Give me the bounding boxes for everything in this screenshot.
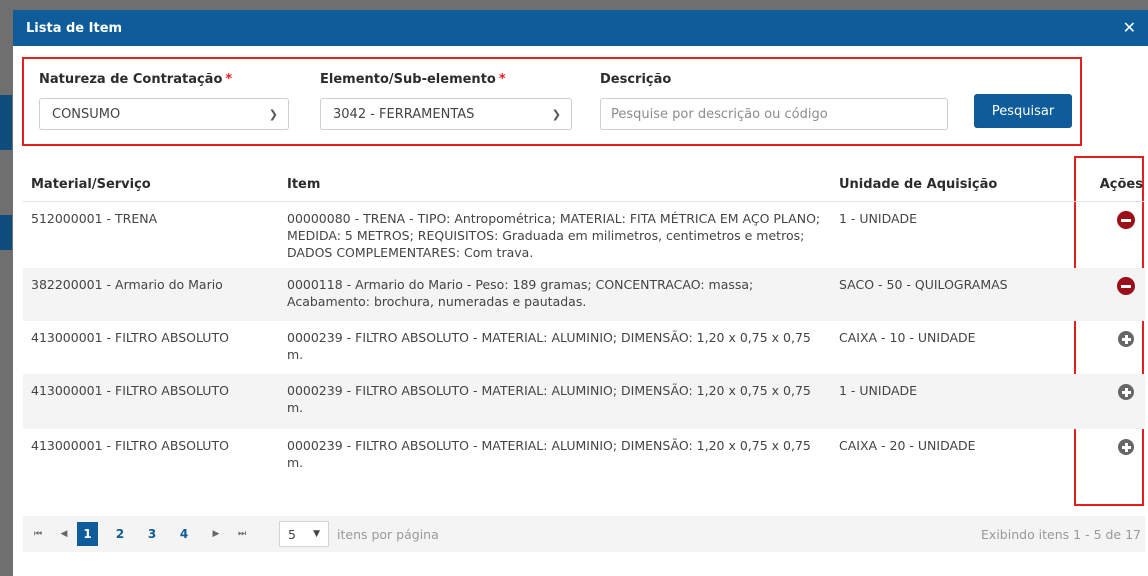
table-row: 413000001 - FILTRO ABSOLUTO 0000239 - FI… bbox=[23, 374, 1145, 429]
natureza-label: Natureza de Contratação * bbox=[39, 72, 233, 87]
cell-actions bbox=[1077, 268, 1145, 295]
last-page-icon[interactable]: ⏭ bbox=[229, 529, 255, 539]
page-4-button[interactable]: 4 bbox=[171, 522, 197, 546]
natureza-field: Natureza de Contratação * CONSUMO ❯ bbox=[39, 72, 289, 130]
remove-icon[interactable] bbox=[1117, 211, 1135, 229]
cell-unidade: CAIXA - 20 - UNIDADE bbox=[839, 438, 976, 453]
natureza-select[interactable]: CONSUMO ❯ bbox=[39, 98, 289, 130]
page-size-value: 5 bbox=[288, 526, 296, 542]
cell-unidade: CAIXA - 10 - UNIDADE bbox=[839, 330, 976, 345]
chevron-down-icon: ❯ bbox=[268, 107, 278, 121]
modal-title: Lista de Item bbox=[26, 20, 123, 36]
remove-icon[interactable] bbox=[1117, 277, 1135, 295]
chevron-down-icon: ❯ bbox=[551, 107, 561, 121]
header-item: Item bbox=[287, 177, 321, 192]
required-mark: * bbox=[225, 72, 233, 87]
first-page-icon[interactable]: ⏮ bbox=[25, 529, 51, 539]
table-row: 413000001 - FILTRO ABSOLUTO 0000239 - FI… bbox=[23, 321, 1145, 374]
pagination-info: Exibindo itens 1 - 5 de 17 bbox=[981, 526, 1141, 542]
page-1-button[interactable]: 1 bbox=[77, 522, 98, 546]
elemento-field: Elemento/Sub-elemento * 3042 - FERRAMENTA… bbox=[320, 72, 572, 130]
cell-unidade: SACO - 50 - QUILOGRAMAS bbox=[839, 277, 1008, 292]
cell-material: 413000001 - FILTRO ABSOLUTO bbox=[31, 438, 229, 453]
cell-material: 413000001 - FILTRO ABSOLUTO bbox=[31, 330, 229, 345]
next-page-icon[interactable]: ▶ bbox=[203, 529, 229, 539]
cell-item: 00000080 - TRENA - TIPO: Antropométrica;… bbox=[287, 211, 821, 260]
close-icon[interactable]: ✕ bbox=[1123, 20, 1136, 36]
add-icon[interactable] bbox=[1118, 384, 1134, 400]
prev-page-icon[interactable]: ◀ bbox=[51, 529, 77, 539]
table-row: 413000001 - FILTRO ABSOLUTO 0000239 - FI… bbox=[23, 429, 1145, 483]
cell-material: 382200001 - Armario do Mario bbox=[31, 277, 223, 292]
backdrop-strip bbox=[0, 215, 12, 250]
elemento-value: 3042 - FERRAMENTAS bbox=[333, 106, 475, 122]
cell-unidade: 1 - UNIDADE bbox=[839, 211, 918, 226]
required-mark: * bbox=[498, 72, 506, 87]
header-acoes: Ações bbox=[1099, 177, 1143, 192]
page-2-button[interactable]: 2 bbox=[107, 522, 133, 546]
pagination: ⏮ ◀ 1 2 3 4 ▶ ⏭ 5 ▼ itens por página Exi… bbox=[23, 516, 1145, 552]
modal-header: Lista de Item ✕ bbox=[13, 10, 1148, 46]
add-icon[interactable] bbox=[1118, 331, 1134, 347]
filter-panel: Natureza de Contratação * CONSUMO ❯ Eleme… bbox=[22, 57, 1082, 146]
cell-material: 413000001 - FILTRO ABSOLUTO bbox=[31, 383, 229, 398]
header-unidade: Unidade de Aquisição bbox=[839, 177, 998, 192]
cell-actions bbox=[1077, 202, 1145, 229]
page-3-button[interactable]: 3 bbox=[139, 522, 165, 546]
search-button[interactable]: Pesquisar bbox=[974, 94, 1072, 128]
item-list-modal: Lista de Item ✕ Natureza de Contratação *… bbox=[13, 10, 1148, 576]
page-size-label: itens por página bbox=[337, 526, 439, 542]
elemento-select[interactable]: 3042 - FERRAMENTAS ❯ bbox=[320, 98, 572, 130]
chevron-down-icon: ▼ bbox=[313, 529, 320, 539]
table-row: 382200001 - Armario do Mario 0000118 - A… bbox=[23, 268, 1145, 321]
cell-item: 0000239 - FILTRO ABSOLUTO - MATERIAL: AL… bbox=[287, 330, 811, 362]
cell-material: 512000001 - TRENA bbox=[31, 211, 158, 226]
search-input[interactable]: Pesquise por descrição ou código bbox=[600, 98, 948, 130]
add-icon[interactable] bbox=[1118, 439, 1134, 455]
table-row: 512000001 - TRENA 00000080 - TRENA - TIP… bbox=[23, 202, 1145, 268]
cell-item: 0000239 - FILTRO ABSOLUTO - MATERIAL: AL… bbox=[287, 438, 811, 470]
elemento-label: Elemento/Sub-elemento * bbox=[320, 72, 506, 87]
backdrop-strip bbox=[0, 95, 12, 150]
cell-actions bbox=[1077, 321, 1145, 347]
natureza-value: CONSUMO bbox=[52, 106, 121, 122]
table-header: Material/Serviço Item Unidade de Aquisiç… bbox=[23, 168, 1145, 202]
cell-item: 0000118 - Armario do Mario - Peso: 189 g… bbox=[287, 277, 754, 309]
descricao-label: Descrição bbox=[600, 72, 672, 87]
page-size-select[interactable]: 5 ▼ bbox=[279, 521, 329, 547]
descricao-field: Descrição Pesquise por descrição ou códi… bbox=[600, 72, 948, 130]
cell-unidade: 1 - UNIDADE bbox=[839, 383, 918, 398]
items-table: Material/Serviço Item Unidade de Aquisiç… bbox=[23, 168, 1145, 483]
cell-actions bbox=[1077, 374, 1145, 400]
header-material: Material/Serviço bbox=[31, 177, 151, 192]
cell-item: 0000239 - FILTRO ABSOLUTO - MATERIAL: AL… bbox=[287, 383, 811, 415]
cell-actions bbox=[1077, 429, 1145, 455]
